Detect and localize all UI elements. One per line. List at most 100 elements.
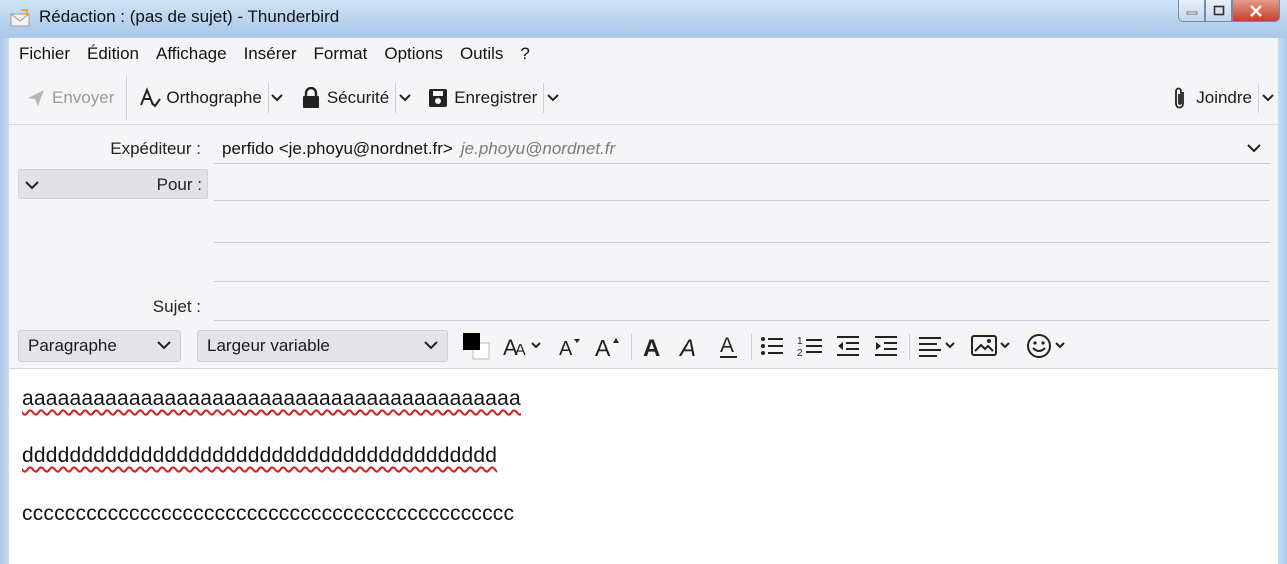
italic-icon: A: [678, 335, 696, 359]
font-size-icon: A A: [503, 335, 541, 359]
security-label: Sécurité: [326, 88, 390, 107]
from-label: Expéditeur :: [110, 139, 201, 158]
title-bar: Rédaction : (pas de sujet) - Thunderbird: [0, 0, 1287, 38]
thunderbird-compose-icon: [9, 8, 31, 28]
attach-dropdown[interactable]: [1258, 83, 1276, 113]
menu-affichage[interactable]: Affichage: [156, 44, 227, 64]
underline-button[interactable]: A: [717, 331, 741, 361]
security-dropdown[interactable]: [395, 83, 413, 113]
numbered-list-button[interactable]: 1 2: [797, 331, 823, 361]
menu-options[interactable]: Options: [384, 44, 443, 64]
body-line: dddddddddddddddddddddddddddddddddddddddd: [22, 444, 498, 467]
spelling-dropdown[interactable]: [267, 83, 286, 113]
align-button[interactable]: [918, 331, 960, 361]
chevron-down-icon: [398, 94, 411, 102]
format-toolbar: Paragraphe Largeur variable A A A A A A …: [9, 325, 1278, 367]
chevron-down-icon: [547, 94, 559, 102]
window-frame-right: [1278, 38, 1287, 564]
format-separator: [631, 334, 632, 360]
window-title: Rédaction : (pas de sujet) - Thunderbird: [39, 7, 340, 26]
text-color-button[interactable]: [460, 331, 494, 361]
minimize-icon: [1186, 11, 1197, 14]
smiley-icon: [1027, 334, 1065, 358]
subject-field[interactable]: [214, 320, 1270, 321]
underline-icon: A: [720, 334, 737, 358]
toolbar-separator: [126, 76, 128, 120]
attach-label: Joindre: [1196, 88, 1252, 107]
chevron-down-icon: [1261, 94, 1274, 102]
close-button[interactable]: [1232, 0, 1280, 22]
paperclip-icon: [1169, 87, 1191, 109]
save-dropdown[interactable]: [543, 83, 561, 113]
insert-image-button[interactable]: [971, 331, 1015, 361]
increase-font-icon: A: [595, 335, 619, 359]
recipient-type-toggle[interactable]: Pour :: [18, 169, 208, 199]
svg-text:A: A: [720, 334, 734, 357]
chevron-down-icon: [157, 341, 171, 350]
outdent-button[interactable]: [835, 331, 861, 361]
spellcheck-icon: [139, 87, 162, 109]
compose-toolbar: Envoyer Orthographe Sécurité Enregistrer: [9, 72, 1278, 124]
save-button[interactable]: Enregistrer: [421, 80, 543, 116]
menu-fichier[interactable]: Fichier: [19, 44, 70, 64]
font-size-button[interactable]: A A: [502, 331, 544, 361]
menu-outils[interactable]: Outils: [460, 44, 503, 64]
indent-icon: [875, 336, 897, 356]
svg-text:1: 1: [797, 336, 803, 347]
menu-format[interactable]: Format: [314, 44, 368, 64]
format-separator: [751, 334, 752, 360]
from-value: perfido <je.phoyu@nordnet.fr>: [222, 139, 453, 158]
send-icon: [25, 87, 47, 109]
format-separator: [909, 334, 910, 360]
toolbar-divider: [9, 124, 1278, 125]
to-label: Pour :: [156, 175, 202, 194]
security-button[interactable]: Sécurité: [294, 80, 395, 116]
bold-icon: A: [643, 335, 660, 359]
from-underline: [214, 163, 1270, 164]
menu-help[interactable]: ?: [520, 44, 529, 64]
italic-button[interactable]: A: [678, 331, 702, 361]
close-icon: [1250, 4, 1262, 17]
menu-inserer[interactable]: Insérer: [244, 44, 297, 64]
chevron-down-icon: [25, 181, 39, 190]
to-field[interactable]: [214, 200, 1270, 201]
paragraph-style-value: Paragraphe: [28, 336, 117, 355]
maximize-button[interactable]: [1205, 0, 1232, 22]
maximize-icon: [1213, 5, 1224, 16]
recipient-field-3[interactable]: [214, 281, 1270, 282]
send-label: Envoyer: [52, 88, 115, 107]
send-button[interactable]: Envoyer: [19, 80, 120, 116]
message-body[interactable]: aaaaaaaaaaaaaaaaaaaaaaaaaaaaaaaaaaaaaaaa…: [9, 368, 1278, 564]
decrease-font-button[interactable]: A: [557, 331, 583, 361]
indent-button[interactable]: [873, 331, 899, 361]
paragraph-style-select[interactable]: Paragraphe: [18, 330, 181, 362]
outdent-icon: [837, 336, 859, 356]
svg-text:A: A: [678, 335, 696, 359]
body-line: cccccccccccccccccccccccccccccccccccccccc…: [22, 502, 515, 525]
compose-window: Fichier Édition Affichage Insérer Format…: [9, 38, 1278, 564]
menu-edition[interactable]: Édition: [87, 44, 139, 64]
align-icon: [919, 337, 955, 357]
lock-icon: [300, 87, 322, 109]
chevron-down-icon: [271, 94, 284, 102]
from-select[interactable]: perfido <je.phoyu@nordnet.fr> je.phoyu@no…: [222, 139, 615, 159]
emoji-button[interactable]: [1026, 331, 1070, 361]
svg-text:A: A: [515, 342, 526, 359]
font-value: Largeur variable: [207, 336, 330, 355]
bulleted-list-icon: [761, 337, 783, 355]
font-select[interactable]: Largeur variable: [197, 330, 448, 362]
attach-button[interactable]: Joindre: [1163, 80, 1258, 116]
from-dropdown-icon[interactable]: [1247, 143, 1261, 153]
numbered-list-icon: 1 2: [797, 336, 822, 358]
text-color-icon: [463, 333, 490, 360]
body-line: aaaaaaaaaaaaaaaaaaaaaaaaaaaaaaaaaaaaaaaa…: [22, 387, 521, 410]
image-icon: [971, 335, 1010, 356]
recipient-field-2[interactable]: [214, 242, 1270, 243]
svg-text:A: A: [643, 335, 660, 359]
bulleted-list-button[interactable]: [759, 331, 785, 361]
minimize-button[interactable]: [1178, 0, 1205, 22]
subject-label: Sujet :: [152, 297, 201, 316]
increase-font-button[interactable]: A: [594, 331, 622, 361]
spelling-button[interactable]: Orthographe: [133, 80, 267, 116]
bold-button[interactable]: A: [641, 331, 665, 361]
